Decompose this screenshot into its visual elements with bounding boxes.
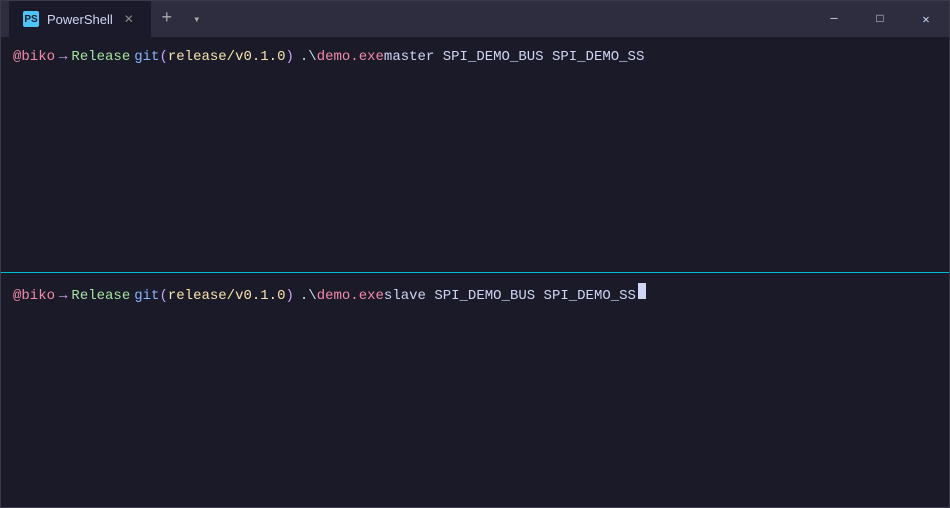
user-top: @biko: [13, 47, 55, 68]
tab-dropdown-button[interactable]: ▾: [183, 5, 211, 33]
titlebar: PS PowerShell ✕ + ▾ ─ □ ✕: [1, 1, 949, 37]
git-paren-close-top: ): [285, 47, 293, 68]
powershell-window: PS PowerShell ✕ + ▾ ─ □ ✕: [0, 0, 950, 508]
cmd-prefix-bottom: .\: [300, 286, 317, 307]
prompt-line-top: @biko → Release git ( release/v0.1.0 ) .…: [13, 47, 937, 68]
cmd-exe-bottom: demo.exe: [317, 286, 384, 307]
cmd-exe-top: demo.exe: [317, 47, 384, 68]
terminal-cursor: [638, 283, 646, 299]
maximize-button[interactable]: □: [857, 1, 903, 37]
powershell-tab-icon: PS: [23, 11, 39, 27]
tab-label: PowerShell: [47, 12, 113, 27]
user-bottom: @biko: [13, 286, 55, 307]
git-branch-top: release/v0.1.0: [168, 47, 286, 68]
terminal-body: @biko → Release git ( release/v0.1.0 ) .…: [1, 37, 949, 507]
arrow-top: →: [59, 47, 67, 68]
git-paren-close-bottom: ): [285, 286, 293, 307]
prompt-line-bottom: @biko → Release git ( release/v0.1.0 ) .…: [13, 283, 937, 307]
git-paren-open-top: (: [159, 47, 167, 68]
close-button[interactable]: ✕: [903, 1, 949, 37]
git-label-top: git: [134, 47, 159, 68]
tab-group: PS PowerShell ✕ + ▾: [9, 1, 811, 37]
git-paren-open-bottom: (: [159, 286, 167, 307]
cmd-args-top: master SPI_DEMO_BUS SPI_DEMO_SS: [384, 47, 644, 68]
terminal-pane-bottom[interactable]: @biko → Release git ( release/v0.1.0 ) .…: [1, 273, 949, 508]
git-label-bottom: git: [134, 286, 159, 307]
terminal-pane-top[interactable]: @biko → Release git ( release/v0.1.0 ) .…: [1, 37, 949, 273]
cmd-args-bottom: slave SPI_DEMO_BUS SPI_DEMO_SS: [384, 286, 636, 307]
tab-powershell[interactable]: PS PowerShell ✕: [9, 1, 151, 37]
minimize-button[interactable]: ─: [811, 1, 857, 37]
dir-top: Release: [71, 47, 130, 68]
tab-close-button[interactable]: ✕: [121, 11, 137, 27]
arrow-bottom: →: [59, 286, 67, 307]
cmd-prefix-top: .\: [300, 47, 317, 68]
new-tab-button[interactable]: +: [151, 3, 183, 35]
git-branch-bottom: release/v0.1.0: [168, 286, 286, 307]
dir-bottom: Release: [71, 286, 130, 307]
window-controls: ─ □ ✕: [811, 1, 949, 37]
